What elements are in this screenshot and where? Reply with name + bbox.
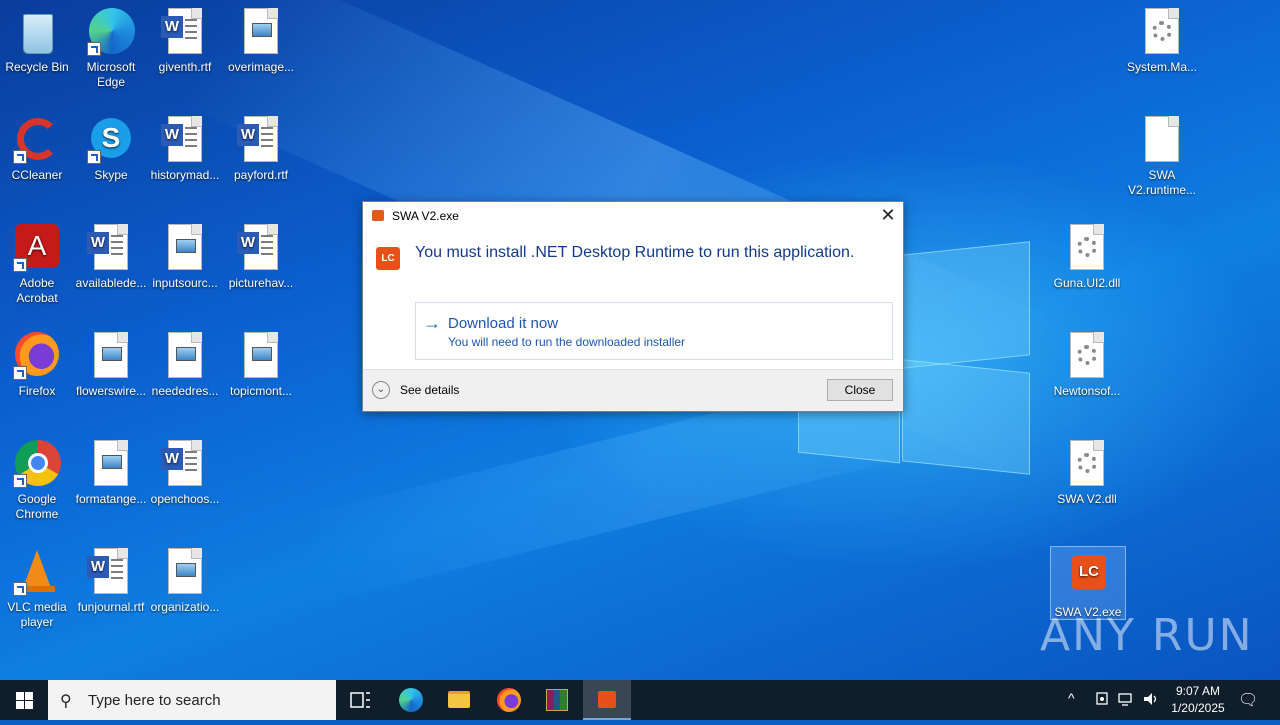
desktop-icon-swa-exe[interactable]: LC SWA V2.exe	[1050, 546, 1126, 620]
taskbar-winrar[interactable]	[533, 680, 581, 720]
dialog-titlebar[interactable]: SWA V2.exe ✕	[363, 202, 903, 228]
desktop-icon-file[interactable]: overimage...	[224, 8, 298, 75]
image-file-icon	[237, 332, 285, 380]
clock-date: 1/20/2025	[1171, 701, 1225, 715]
desktop-icon-file[interactable]: W picturehav...	[224, 224, 298, 291]
taskbar-edge[interactable]	[387, 680, 435, 720]
vlc-cone-icon	[13, 548, 61, 596]
search-placeholder: Type here to search	[88, 692, 221, 709]
desktop-icon-vlc[interactable]: VLC media player	[0, 548, 74, 630]
desktop-icon-file[interactable]: formatange...	[74, 440, 148, 507]
firefox-icon	[13, 332, 61, 380]
arrow-right-icon: →	[423, 313, 441, 333]
anyrun-watermark: ANY RUN	[1040, 610, 1254, 661]
desktop-icon-file[interactable]: flowerswire...	[74, 332, 148, 399]
image-file-icon	[87, 440, 135, 488]
image-file-icon	[161, 332, 209, 380]
desktop-icon-file[interactable]: Guna.UI2.dll	[1050, 224, 1124, 291]
close-icon[interactable]: ✕	[873, 202, 903, 228]
dll-file-icon	[1063, 224, 1111, 272]
chevron-down-icon[interactable]: ⌄	[372, 381, 390, 399]
dialog-title: SWA V2.exe	[392, 209, 459, 223]
desktop-icon-recycle-bin[interactable]: Recycle Bin	[0, 8, 74, 75]
search-icon: ⚲	[60, 693, 72, 710]
image-file-icon	[237, 8, 285, 56]
taskbar-swa-app[interactable]	[583, 680, 631, 720]
close-button[interactable]: Close	[827, 379, 893, 401]
word-document-icon: W	[87, 548, 135, 596]
desktop-icon-file[interactable]: System.Ma...	[1125, 8, 1199, 75]
network-icon[interactable]	[1118, 691, 1136, 710]
ccleaner-icon	[13, 116, 61, 164]
runtime-error-dialog: SWA V2.exe ✕ LC You must install .NET De…	[362, 201, 904, 412]
edge-icon	[87, 8, 135, 56]
download-now-link[interactable]: → Download it now You will need to run t…	[415, 302, 893, 360]
desktop-icon-file[interactable]: W giventh.rtf	[148, 8, 222, 75]
taskbar: ⚲ Type here to search ^ 9:07 AM 1/20/202…	[0, 680, 1280, 720]
taskbar-search-box[interactable]: ⚲ Type here to search	[48, 680, 336, 720]
dll-file-icon	[1063, 440, 1111, 488]
desktop-icon-firefox[interactable]: Firefox	[0, 332, 74, 399]
desktop-icon-file[interactable]: inputsourc...	[148, 224, 222, 291]
folder-icon	[448, 691, 470, 708]
volume-icon[interactable]	[1142, 691, 1160, 710]
skype-icon: S	[87, 116, 135, 164]
tray-device-icon[interactable]	[1094, 691, 1110, 710]
desktop-icon-file[interactable]: Newtonsof...	[1050, 332, 1124, 399]
desktop-icon-ccleaner[interactable]: CCleaner	[0, 116, 74, 183]
notifications-icon[interactable]: 🗨	[1238, 690, 1258, 710]
desktop-icon-file[interactable]: topicmont...	[224, 332, 298, 399]
lc-app-icon: LC	[376, 247, 400, 270]
start-button[interactable]	[0, 680, 48, 720]
desktop-icon-acrobat[interactable]: A Adobe Acrobat	[0, 224, 74, 306]
image-file-icon	[87, 332, 135, 380]
desktop-icon-skype[interactable]: S Skype	[74, 116, 148, 183]
word-document-icon: W	[161, 440, 209, 488]
tray-overflow-chevron-icon[interactable]: ^	[1068, 690, 1075, 706]
winrar-icon	[546, 689, 568, 711]
desktop-icon-edge[interactable]: Microsoft Edge	[74, 8, 148, 90]
edge-icon	[399, 688, 423, 712]
dialog-message: You must install .NET Desktop Runtime to…	[415, 244, 855, 261]
word-document-icon: W	[237, 116, 285, 164]
taskbar-file-explorer[interactable]	[435, 680, 483, 720]
desktop-icon-file[interactable]: W availablede...	[74, 224, 148, 291]
lc-app-icon	[598, 691, 616, 708]
word-document-icon: W	[87, 224, 135, 272]
image-file-icon	[161, 548, 209, 596]
see-details-toggle[interactable]: See details	[400, 383, 459, 397]
firefox-icon	[497, 688, 521, 712]
word-document-icon: W	[161, 116, 209, 164]
desktop-icon-file[interactable]: W funjournal.rtf	[74, 548, 148, 615]
desktop-icon-file[interactable]: W openchoos...	[148, 440, 222, 507]
desktop-icon-file[interactable]: W payford.rtf	[224, 116, 298, 183]
recycle-bin-icon	[13, 8, 61, 56]
image-file-icon	[161, 224, 209, 272]
desktop: Recycle Bin Microsoft Edge W giventh.rtf…	[0, 0, 1280, 680]
acrobat-icon: A	[13, 224, 61, 272]
desktop-icon-file[interactable]: SWA V2.dll	[1050, 440, 1124, 507]
dialog-footer: ⌄ See details Close	[363, 369, 903, 411]
desktop-icon-file[interactable]: neededres...	[148, 332, 222, 399]
clock-time: 9:07 AM	[1175, 684, 1221, 698]
app-icon	[372, 210, 384, 221]
blank-file-icon	[1138, 116, 1186, 164]
word-document-icon: W	[161, 8, 209, 56]
windows-logo-icon	[16, 692, 33, 709]
download-link-subtitle: You will need to run the downloaded inst…	[448, 335, 686, 349]
desktop-icon-file[interactable]: W historymad...	[148, 116, 222, 183]
word-document-icon: W	[237, 224, 285, 272]
desktop-icon-file[interactable]: SWA V2.runtime...	[1125, 116, 1199, 198]
desktop-icon-chrome[interactable]: Google Chrome	[0, 440, 74, 522]
lc-app-icon: LC	[1064, 553, 1112, 601]
task-view-button[interactable]	[336, 680, 384, 720]
task-view-icon	[350, 692, 370, 708]
dll-file-icon	[1138, 8, 1186, 56]
dll-file-icon	[1063, 332, 1111, 380]
taskbar-clock[interactable]: 9:07 AM 1/20/2025	[1160, 683, 1236, 717]
desktop-icon-file[interactable]: organizatio...	[148, 548, 222, 615]
download-link-title: Download it now	[448, 315, 559, 332]
taskbar-firefox[interactable]	[485, 680, 533, 720]
chrome-icon	[13, 440, 61, 488]
